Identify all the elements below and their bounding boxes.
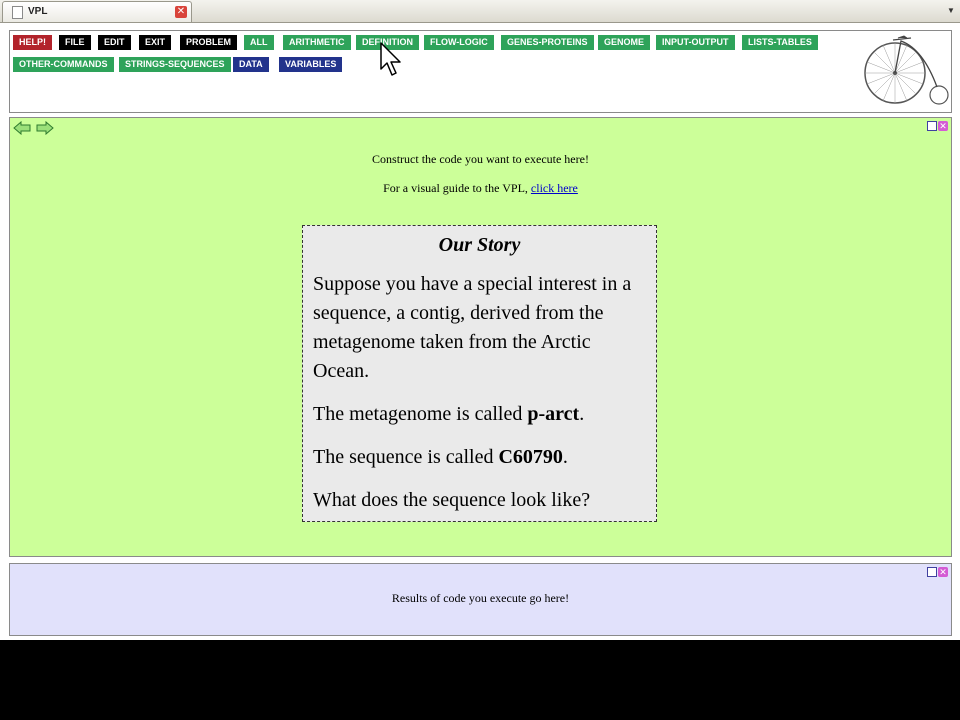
page-icon — [12, 6, 23, 19]
construct-code-instruction: Construct the code you want to execute h… — [372, 152, 589, 166]
tab-bar: VPL ✕ ▼ — [0, 0, 960, 23]
panel-window-controls: ✕ — [927, 567, 949, 577]
story-paragraph: Suppose you have a special interest in a… — [313, 273, 632, 382]
problem-button[interactable]: PROBLEM — [180, 35, 237, 50]
metagenome-name: p-arct — [527, 403, 580, 425]
visual-guide-line: For a visual guide to the VPL, click her… — [10, 181, 951, 196]
exit-button[interactable]: EXIT — [139, 35, 172, 50]
category-genome-button[interactable]: GENOME — [598, 35, 651, 50]
browser-tab[interactable]: VPL ✕ — [2, 1, 192, 22]
story-metagenome-line: The metagenome is called p-arct. — [313, 400, 646, 429]
edit-menu-button[interactable]: EDIT — [98, 35, 131, 50]
sequence-name: C60790 — [498, 446, 563, 468]
code-workspace-panel[interactable]: ✕ Construct the code you want to execute… — [9, 117, 952, 557]
restore-icon[interactable] — [927, 567, 937, 577]
category-arithmetic-button[interactable]: ARITHMETIC — [283, 35, 351, 50]
story-title: Our Story — [438, 234, 521, 256]
category-lists-tables-button[interactable]: LISTS-TABLES — [742, 35, 818, 50]
close-icon[interactable]: ✕ — [938, 121, 948, 131]
close-tab-icon[interactable]: ✕ — [175, 6, 187, 18]
story-text: The sequence is called — [313, 446, 499, 468]
category-all-button[interactable]: ALL — [244, 35, 274, 50]
story-text: . — [579, 403, 585, 425]
panel-window-controls: ✕ — [927, 121, 949, 131]
story-sequence-line: The sequence is called C60790. — [313, 443, 646, 472]
results-placeholder: Results of code you execute go here! — [391, 591, 570, 605]
help-button[interactable]: HELP! — [13, 35, 52, 50]
tab-title: VPL — [28, 6, 48, 17]
mouse-pointer-icon — [380, 42, 401, 76]
visual-guide-text: For a visual guide to the VPL, — [383, 181, 531, 195]
data-button[interactable]: DATA — [233, 57, 269, 72]
category-input-output-button[interactable]: INPUT-OUTPUT — [656, 35, 735, 50]
category-other-commands-button[interactable]: OTHER-COMMANDS — [13, 57, 114, 72]
variables-button[interactable]: VARIABLES — [279, 57, 343, 72]
story-question: What does the sequence look like? — [313, 489, 591, 511]
forward-arrow-icon[interactable] — [36, 121, 54, 135]
penny-farthing-logo — [864, 35, 949, 105]
back-arrow-icon[interactable] — [13, 121, 31, 135]
browser-window: VPL ✕ ▼ HELP! FILE EDIT EXIT PROBLEM ALL… — [0, 0, 960, 640]
restore-icon[interactable] — [927, 121, 937, 131]
file-menu-button[interactable]: FILE — [59, 35, 91, 50]
close-icon[interactable]: ✕ — [938, 567, 948, 577]
visual-guide-link[interactable]: click here — [531, 181, 578, 195]
results-panel: ✕ Results of code you execute go here! — [9, 563, 952, 636]
story-text: . — [562, 446, 568, 468]
story-text: The metagenome is called — [313, 403, 528, 425]
command-menu-panel: HELP! FILE EDIT EXIT PROBLEM ALL ARITHME… — [9, 30, 952, 113]
category-strings-sequences-button[interactable]: STRINGS-SEQUENCES — [119, 57, 231, 72]
tab-list-dropdown-icon[interactable]: ▼ — [942, 0, 960, 22]
category-genes-proteins-button[interactable]: GENES-PROTEINS — [501, 35, 594, 50]
story-box: Our Story Suppose you have a special int… — [302, 225, 657, 522]
category-flow-logic-button[interactable]: FLOW-LOGIC — [424, 35, 494, 50]
